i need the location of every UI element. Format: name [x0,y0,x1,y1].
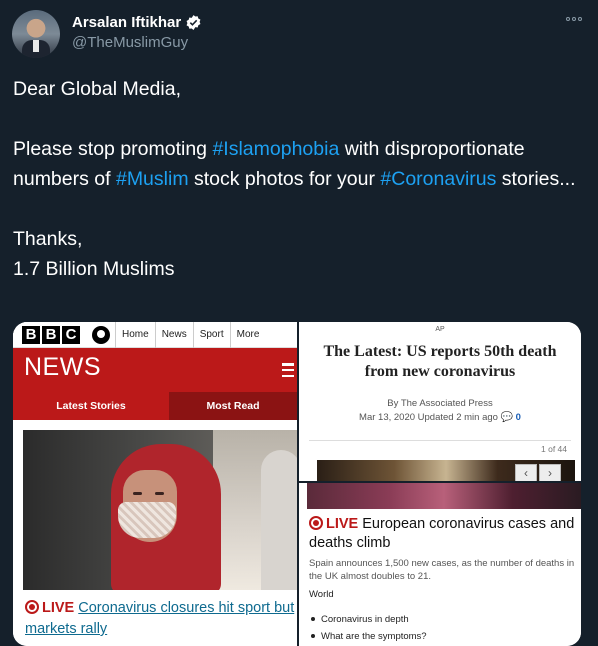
bbc-live-links: Coronavirus in depth What are the sympto… [309,611,577,645]
handle[interactable]: @TheMuslimGuy [72,34,188,51]
tweet-text: Dear Global Media, Please stop promoting… [13,74,583,284]
ap-title: The Latest: US reports 50th death from n… [323,343,557,380]
tab-most-read: Most Read [169,392,297,420]
bbc-headline: LIVE Coronavirus closures hit sport but … [25,598,295,640]
media-divider-horizontal [299,481,581,483]
bbc-live-photo [307,483,581,509]
signoff-thanks: Thanks, [13,228,83,250]
bbc-logo: B B C [22,326,80,344]
text-part3: stock photos for your [188,168,381,190]
hashtag-islamophobia[interactable]: #Islamophobia [212,138,339,160]
news-bar: NEWS [13,348,297,392]
ap-byline: By The Associated Press [387,398,493,409]
avatar-shirt [33,40,39,52]
bbc-live-tag: World [309,589,334,600]
nav-item-news: News [154,322,193,348]
hashtag-muslim[interactable]: #Muslim [116,168,189,190]
live-label: LIVE [326,516,359,532]
ap-meta: Mar 13, 2020 Updated 2 min ago 💬 0 [299,412,581,423]
bbc-nav: Home News Sport More [115,322,265,348]
live-label: LIVE [42,600,75,616]
ap-logo: AP [435,326,445,333]
display-name[interactable]: Arsalan Iftikhar [72,14,181,31]
hamburger-menu-icon [282,363,294,377]
text-line1: Dear Global Media, [13,78,181,100]
chevron-left-icon: ‹ [515,464,537,482]
signoff-muslims: 1.7 Billion Muslims [13,258,175,280]
list-item: What are the symptoms? [309,628,577,645]
avatar[interactable] [12,10,60,58]
bbc-news-screenshot[interactable]: B B C Home News Sport More NEWS Latest S… [13,322,297,646]
bbc-logo-letter: B [42,326,60,344]
text-part1: Please stop promoting [13,138,213,160]
woman-in-hijab-photo [23,430,297,590]
tweet-media[interactable]: B B C Home News Sport More NEWS Latest S… [13,322,581,646]
bbc-top-bar: B B C Home News Sport More [13,322,297,348]
account-icon [92,326,110,344]
ap-article-screenshot[interactable]: AP The Latest: US reports 50th death fro… [299,322,581,482]
bbc-logo-letter: B [22,326,40,344]
live-icon [309,516,323,530]
comment-icon: 💬 [500,412,514,423]
media-divider-vertical [297,322,299,646]
bbc-live-headline: LIVE European coronavirus cases and deat… [309,515,577,553]
news-section-title: NEWS [24,353,101,381]
hashtag-coronavirus[interactable]: #Coronavirus [380,168,496,190]
bbc-tabs: Latest Stories Most Read [13,392,297,420]
more-options-icon[interactable] [566,14,586,24]
tab-latest-stories: Latest Stories [56,400,126,412]
nav-item-home: Home [115,322,155,348]
nav-item-more: More [229,322,266,348]
ap-pager: 1 of 44 [541,444,567,454]
chevron-right-icon: › [539,464,561,482]
list-item: Coronavirus in depth [309,611,577,628]
bbc-live-screenshot[interactable]: LIVE European coronavirus cases and deat… [299,483,581,646]
verified-badge-icon [186,15,201,30]
bbc-live-summary: Spain announces 1,500 new cases, as the … [309,558,575,582]
ap-comment-count: 0 [515,412,521,423]
ap-date: Mar 13, 2020 Updated 2 min ago [359,412,498,423]
tweet-header: Arsalan Iftikhar @TheMuslimGuy [12,10,586,58]
nav-item-sport: Sport [192,322,230,348]
ap-divider [309,440,571,441]
live-icon [25,600,39,614]
name-row: Arsalan Iftikhar [72,14,202,31]
bbc-logo-letter: C [62,326,80,344]
text-part4: stories... [496,168,576,190]
